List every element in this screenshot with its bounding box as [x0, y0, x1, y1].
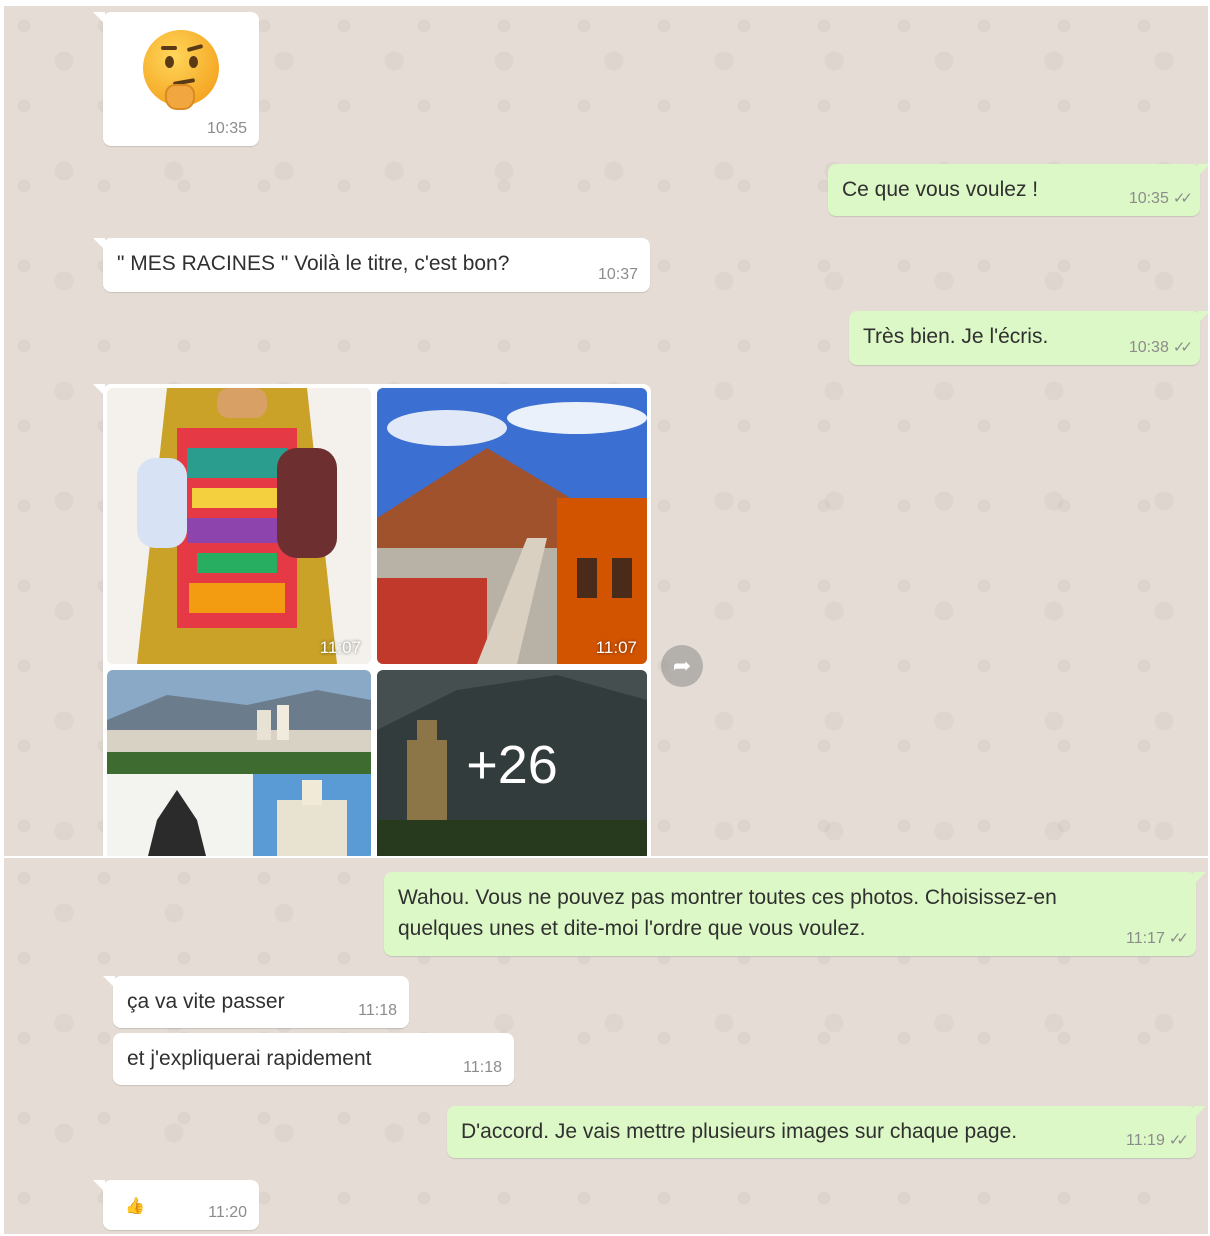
- chat-panel-top: 10:35 Ce que vous voulez ! 10:35 ✓✓ " MES…: [4, 6, 1208, 856]
- message-time: 11:18: [463, 1059, 502, 1076]
- city-collage-photo[interactable]: [107, 670, 371, 856]
- read-ticks-icon: ✓✓: [1172, 190, 1193, 207]
- message-time: 10:35: [1128, 190, 1169, 207]
- read-ticks-icon: ✓✓: [1168, 930, 1189, 947]
- message-time: 11:18: [358, 1002, 397, 1019]
- message-text: Ce que vous voulez !: [842, 178, 1039, 201]
- message-time: 11:17: [1126, 930, 1165, 947]
- city-collage-image: [107, 670, 371, 856]
- church-mountain-photo[interactable]: +26: [377, 670, 647, 856]
- read-ticks-icon: ✓✓: [1168, 1132, 1189, 1149]
- message-text: et j'expliquerai rapidement: [127, 1047, 372, 1070]
- message-time: 10:37: [597, 266, 638, 283]
- message-text-line-2: quelques unes et dite-moi l'ordre que vo…: [398, 917, 866, 940]
- message-text-line-1: Wahou. Vous ne pouvez pas montrer toutes…: [398, 886, 1057, 909]
- chat-panel-bottom: Wahou. Vous ne pouvez pas montrer toutes…: [4, 858, 1208, 1234]
- message-time: 10:35: [206, 120, 247, 137]
- message-outgoing[interactable]: Très bien. Je l'écris. 10:38 ✓✓: [849, 311, 1208, 365]
- mountain-city-image: [377, 388, 647, 664]
- read-ticks-icon: ✓✓: [1172, 339, 1193, 356]
- message-incoming[interactable]: ça va vite passer 11:18: [103, 976, 409, 1028]
- message-text: " MES RACINES " Voilà le titre, c'est bo…: [117, 252, 510, 275]
- message-emoji[interactable]: 10:35: [93, 12, 259, 146]
- thumbs-up-icon: 👍: [125, 1198, 145, 1215]
- message-outgoing[interactable]: Wahou. Vous ne pouvez pas montrer toutes…: [384, 872, 1206, 956]
- message-meta: 10:38 ✓✓: [1128, 338, 1193, 357]
- message-time: 11:19: [1126, 1132, 1165, 1149]
- message-meta: 11:17 ✓✓: [1126, 929, 1189, 948]
- photo-album-message[interactable]: 11:07 11:07 +26: [93, 384, 651, 856]
- more-photos-count[interactable]: +26: [377, 670, 647, 856]
- message-incoming[interactable]: et j'expliquerai rapidement 11:18: [113, 1033, 514, 1085]
- traditional-costume-photo[interactable]: 11:07: [107, 388, 371, 664]
- photo-time: 11:07: [595, 638, 637, 657]
- mountain-city-rooftop-photo[interactable]: 11:07: [377, 388, 647, 664]
- message-time: 11:20: [208, 1204, 247, 1221]
- forward-icon[interactable]: ➦: [661, 645, 703, 687]
- photo-time: 11:07: [319, 638, 361, 657]
- costume-image: [107, 388, 371, 664]
- message-time: 10:38: [1128, 339, 1169, 356]
- message-text: ça va vite passer: [127, 990, 285, 1013]
- message-meta: 11:19 ✓✓: [1126, 1131, 1189, 1150]
- message-text: D'accord. Je vais mettre plusieurs image…: [461, 1120, 1018, 1143]
- message-reaction[interactable]: 👍 11:20: [93, 1180, 259, 1230]
- message-text: Très bien. Je l'écris.: [863, 325, 1049, 348]
- message-outgoing[interactable]: Ce que vous voulez ! 10:35 ✓✓: [828, 164, 1208, 216]
- message-outgoing[interactable]: D'accord. Je vais mettre plusieurs image…: [447, 1106, 1206, 1158]
- message-meta: 10:35 ✓✓: [1128, 189, 1193, 208]
- message-incoming[interactable]: " MES RACINES " Voilà le titre, c'est bo…: [93, 238, 650, 292]
- thinking-face-icon: [143, 30, 219, 110]
